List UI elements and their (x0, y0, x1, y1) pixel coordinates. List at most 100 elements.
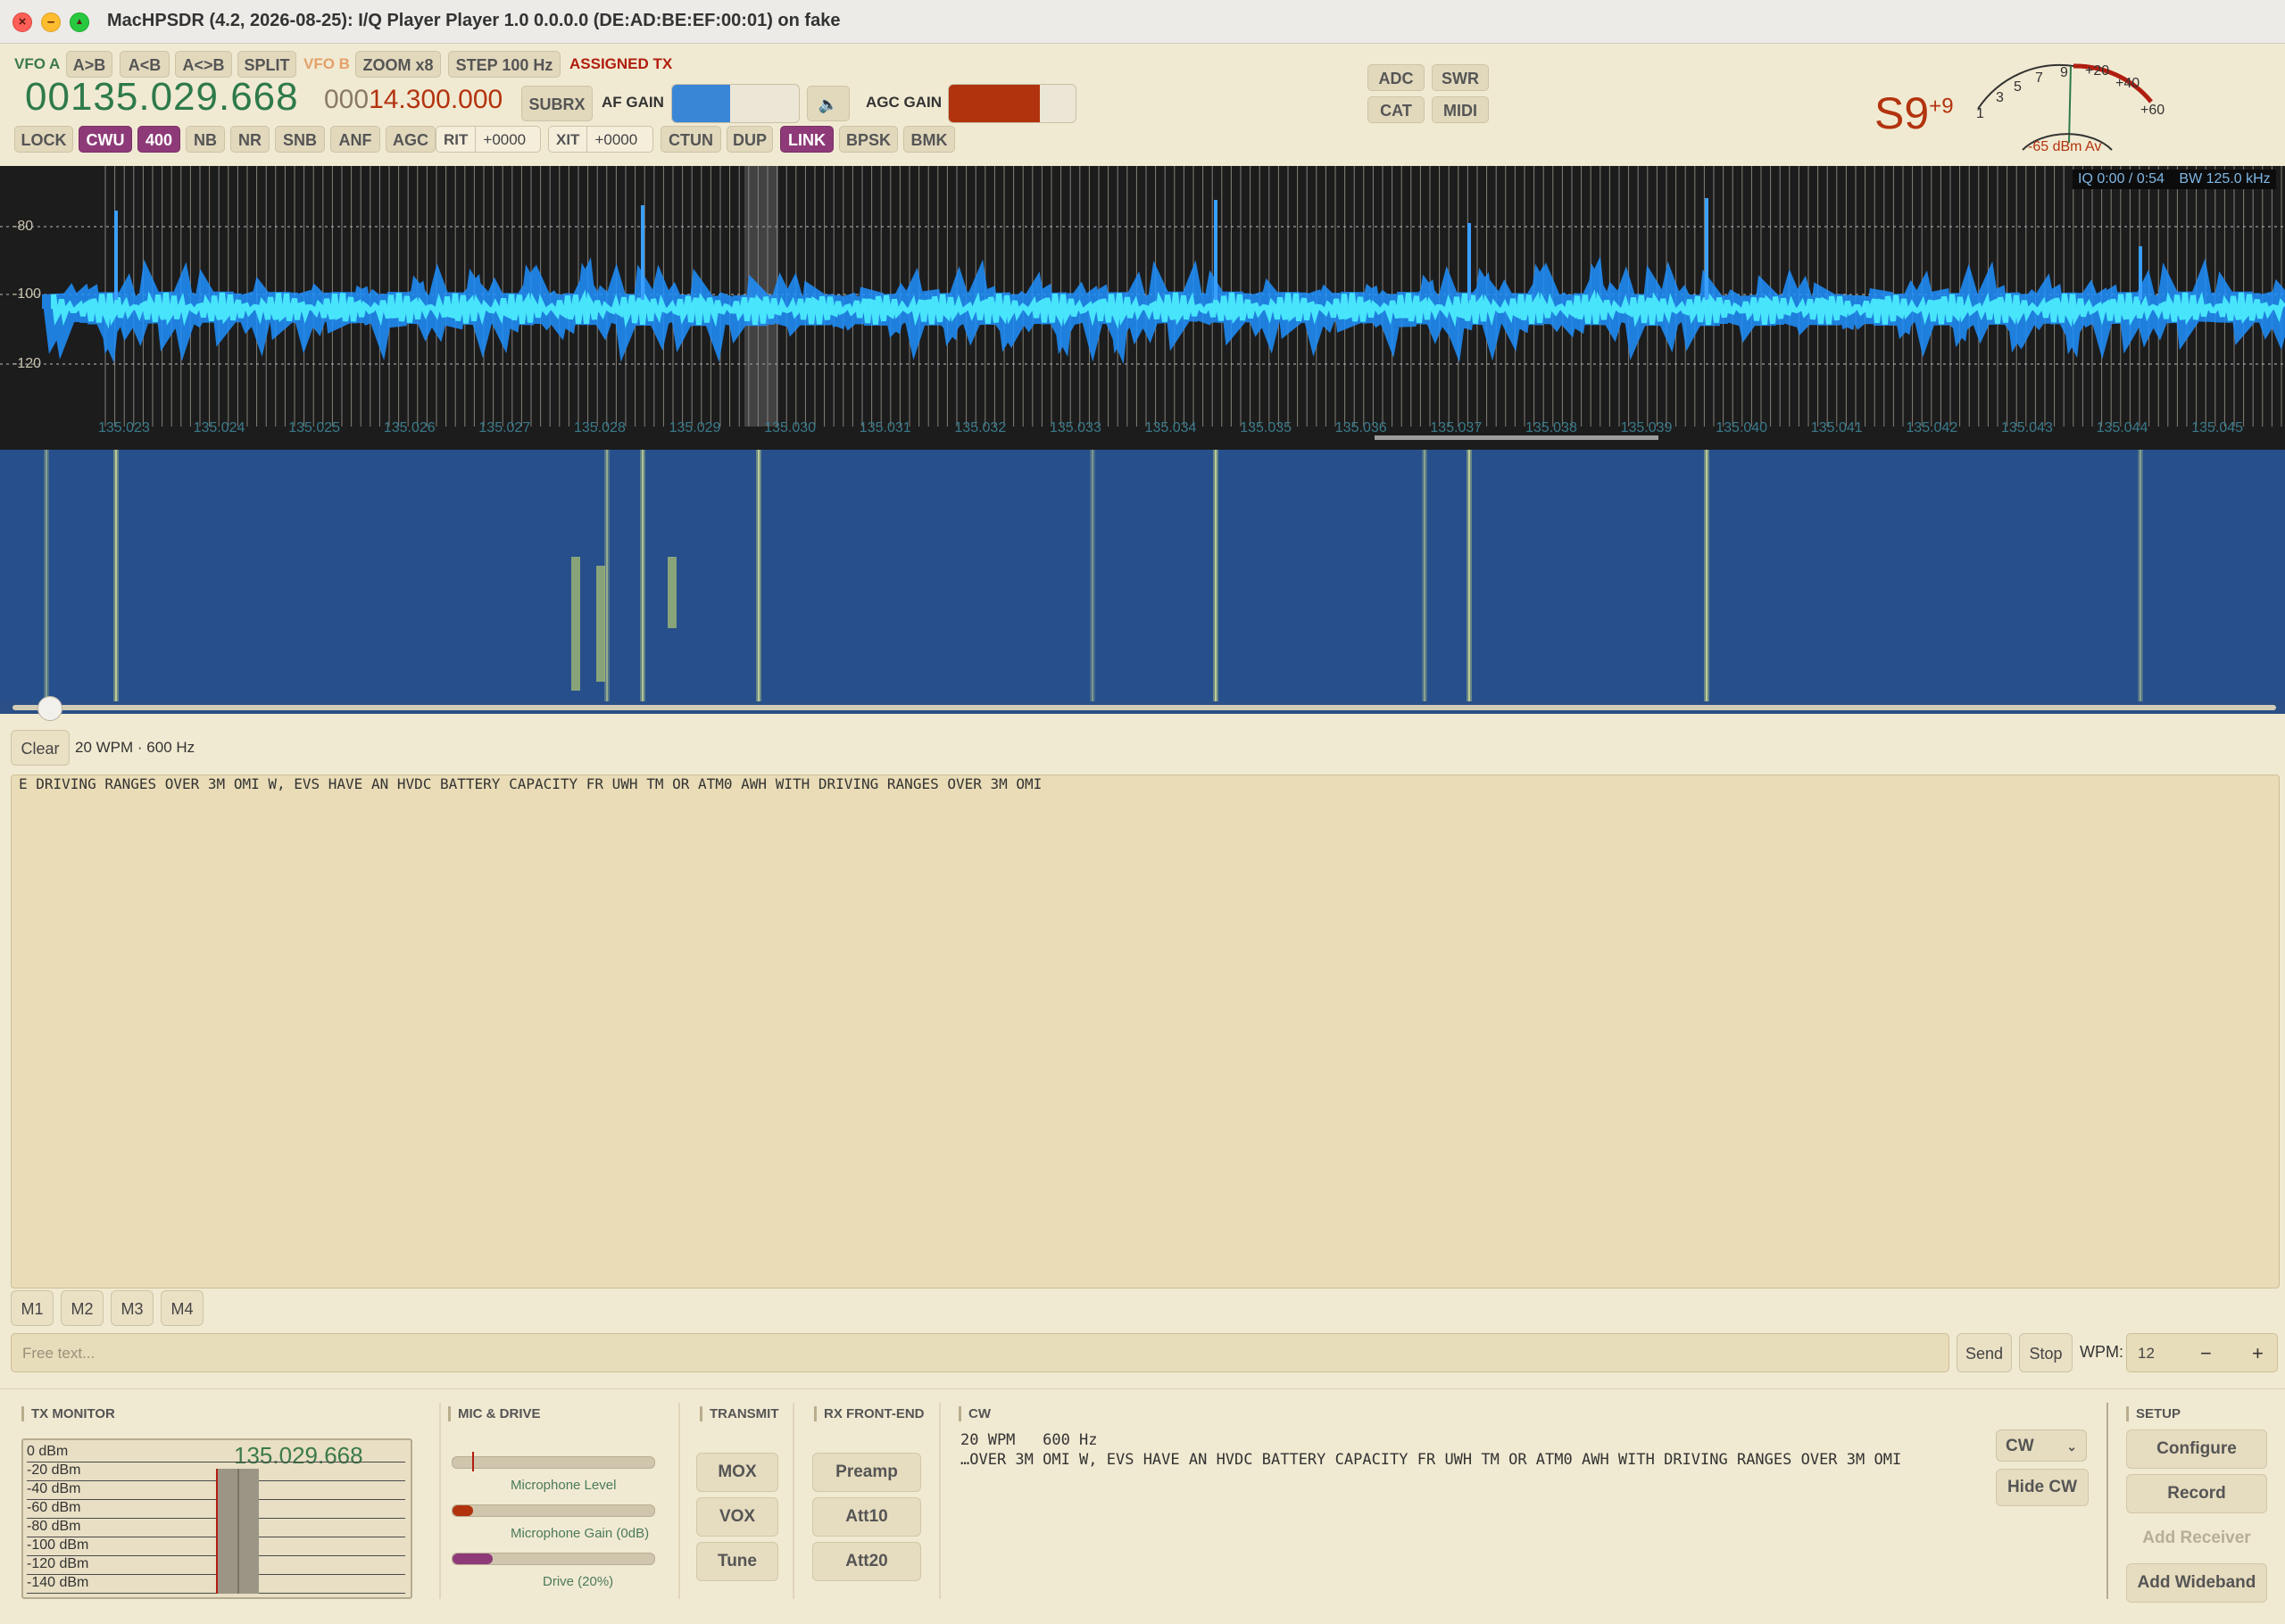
cw-mode-value: CW (2006, 1437, 2034, 1455)
agc-gain-slider[interactable] (948, 84, 1076, 123)
waterfall-signal-core (1706, 450, 1708, 701)
iq-position-thumb[interactable] (37, 696, 62, 721)
freq-tick-label: 135.034 (1145, 420, 1197, 435)
tx-monitor-center (237, 1469, 239, 1594)
a-swap-b-button[interactable]: A<>B (175, 51, 232, 78)
att10-button[interactable]: Att10 (812, 1497, 921, 1537)
waterfall-burst (571, 557, 580, 691)
mic-drive-title: MIC & DRIVE (448, 1406, 541, 1421)
cw-decoder-line: E DRIVING RANGES OVER 3M OMI W, EVS HAVE… (19, 775, 1043, 792)
spectrum-plot[interactable]: -80 -100 -120 135.023 135.024 135.025 135.026 1… (0, 166, 2285, 450)
spectrum-display[interactable]: -80 -100 -120 135.023 135.024 135.025 135.026 1… (0, 166, 2285, 450)
wpm-decrement-button[interactable]: − (2200, 1334, 2212, 1373)
dup-button[interactable]: DUP (727, 126, 773, 153)
link-button[interactable]: LINK (780, 126, 834, 153)
a-from-b-button[interactable]: A<B (120, 51, 170, 78)
adc-button[interactable]: ADC (1367, 64, 1425, 91)
waterfall-signal-core (642, 450, 644, 701)
stop-button[interactable]: Stop (2019, 1333, 2073, 1372)
snb-button[interactable]: SNB (275, 126, 325, 153)
mox-button[interactable]: MOX (696, 1453, 778, 1492)
memory-m4-button[interactable]: M4 (161, 1290, 204, 1326)
add-wideband-button[interactable]: Add Wideband (2126, 1563, 2267, 1603)
cw-mode-select[interactable]: CW ⌄ (1996, 1429, 2087, 1462)
close-icon: × (18, 14, 27, 29)
mode-cwu-button[interactable]: CWU (79, 126, 132, 153)
freq-tick-label: 135.029 (669, 420, 721, 435)
step-button[interactable]: STEP 100 Hz (448, 51, 561, 78)
separator (678, 1403, 680, 1599)
xit-control[interactable]: XIT +0000 (548, 126, 653, 153)
minimize-window-button[interactable]: – (41, 12, 61, 32)
clear-button[interactable]: Clear (11, 730, 70, 766)
waterfall-signal-core (606, 450, 608, 701)
drive-slider[interactable] (452, 1553, 655, 1565)
waterfall-signal-core (115, 450, 117, 701)
cat-button[interactable]: CAT (1367, 96, 1425, 123)
iq-position-track[interactable] (0, 696, 2285, 721)
add-receiver-button[interactable]: Add Receiver (2126, 1519, 2267, 1558)
title-bar: × – ▲ MacHPSDR (4.2, 2026-08-25): I/Q Pl… (0, 0, 2285, 44)
hide-cw-button[interactable]: Hide CW (1996, 1469, 2089, 1506)
nr-button[interactable]: NR (230, 126, 270, 153)
waterfall-burst (668, 557, 677, 628)
bmk-button[interactable]: BMK (903, 126, 955, 153)
memory-m1-button[interactable]: M1 (11, 1290, 54, 1326)
db-label: -80 (12, 219, 33, 234)
waterfall-signal-core (758, 450, 760, 701)
ctun-button[interactable]: CTUN (661, 126, 721, 153)
vfo-b-frequency-value: 14.300.000 (369, 85, 503, 114)
a-to-b-button[interactable]: A>B (66, 51, 112, 78)
lock-button[interactable]: LOCK (14, 126, 73, 153)
freq-tick-label: 135.039 (1621, 420, 1673, 435)
mute-button[interactable]: 🔈 (807, 86, 850, 121)
vfo-a-frequency[interactable]: 00135.029.668 (25, 75, 299, 120)
tune-button[interactable]: Tune (696, 1542, 778, 1581)
minimize-icon: – (46, 14, 55, 29)
cw-decoder-text: E DRIVING RANGES OVER 3M OMI W, EVS HAVE… (11, 775, 2280, 1288)
split-button[interactable]: SPLIT (237, 51, 296, 78)
rit-value[interactable]: +0000 (476, 127, 533, 153)
close-window-button[interactable]: × (12, 12, 32, 32)
preamp-button[interactable]: Preamp (812, 1453, 921, 1492)
vfo-b-frequency[interactable]: 00014.300.000 (324, 85, 503, 115)
iq-status: IQ 0:00 / 0:54 BW 125.0 kHz (2073, 170, 2276, 189)
rit-control[interactable]: RIT +0000 (436, 126, 541, 153)
anf-button[interactable]: ANF (330, 126, 380, 153)
zoom-button[interactable]: ZOOM x8 (355, 51, 441, 78)
vox-button[interactable]: VOX (696, 1497, 778, 1537)
agc-button[interactable]: AGC (386, 126, 436, 153)
subrx-button[interactable]: SUBRX (521, 86, 593, 121)
waterfall-plot[interactable] (0, 450, 2285, 701)
tx-monitor-title: TX MONITOR (21, 1406, 115, 1421)
mic-level-label: Microphone Level (511, 1478, 617, 1493)
nb-button[interactable]: NB (186, 126, 225, 153)
zoom-window-button[interactable]: ▲ (70, 12, 89, 32)
configure-button[interactable]: Configure (2126, 1429, 2267, 1469)
s-meter-avg: -65 dBm Av (2028, 139, 2102, 154)
waterfall-display[interactable] (0, 450, 2285, 701)
att20-button[interactable]: Att20 (812, 1542, 921, 1581)
send-button[interactable]: Send (1957, 1333, 2012, 1372)
freq-tick-label: 135.035 (1240, 420, 1292, 435)
rit-label: RIT (436, 127, 477, 152)
memory-m2-button[interactable]: M2 (61, 1290, 104, 1326)
bpsk-button[interactable]: BPSK (839, 126, 898, 153)
freq-tick-label: 135.032 (954, 420, 1006, 435)
af-gain-slider[interactable] (671, 84, 800, 123)
midi-button[interactable]: MIDI (1432, 96, 1489, 123)
wpm-stepper[interactable]: 12 − + (2126, 1333, 2278, 1372)
s-meter-scale-label: +60 (2140, 103, 2165, 118)
record-button[interactable]: Record (2126, 1474, 2267, 1513)
wpm-value[interactable]: 12 (2138, 1345, 2155, 1362)
xit-value[interactable]: +0000 (587, 127, 644, 153)
wpm-increment-button[interactable]: + (2252, 1334, 2264, 1373)
memory-m3-button[interactable]: M3 (111, 1290, 154, 1326)
freq-tick-label: 135.023 (98, 420, 150, 435)
filter-bw-button[interactable]: 400 (137, 126, 180, 153)
mic-gain-slider[interactable] (452, 1504, 655, 1517)
free-text-input[interactable]: Free text... (11, 1333, 1949, 1372)
agc-gain-fill (949, 85, 1041, 122)
swr-button[interactable]: SWR (1432, 64, 1489, 91)
mic-gain-fill (453, 1505, 473, 1516)
